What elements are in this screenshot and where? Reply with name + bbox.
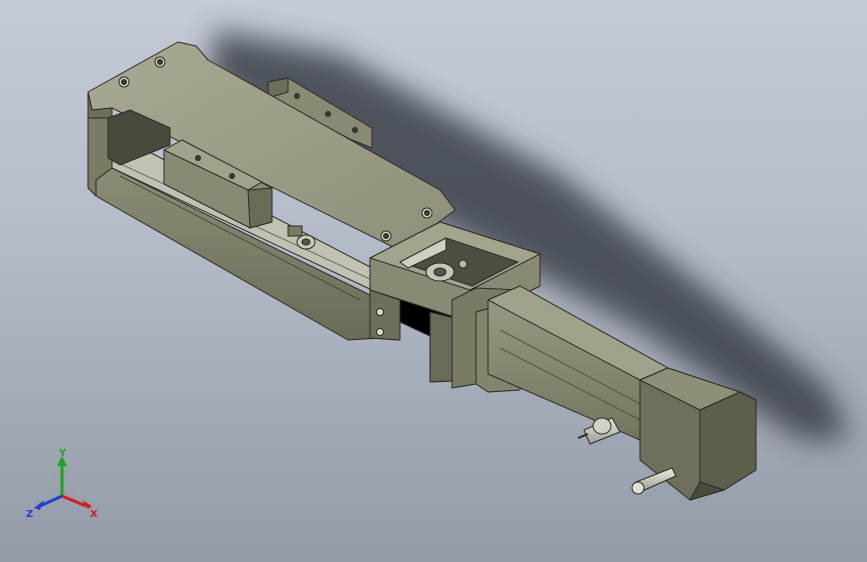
linear-actuator-model[interactable] bbox=[0, 0, 867, 562]
y-axis-label: Y bbox=[58, 448, 67, 459]
x-axis-label: X bbox=[90, 509, 98, 520]
z-axis-label: Z bbox=[26, 509, 33, 520]
axis-triad: Y X Z bbox=[26, 448, 98, 520]
cad-viewport[interactable]: Y X Z bbox=[0, 0, 867, 562]
brake-connector[interactable] bbox=[577, 417, 621, 445]
